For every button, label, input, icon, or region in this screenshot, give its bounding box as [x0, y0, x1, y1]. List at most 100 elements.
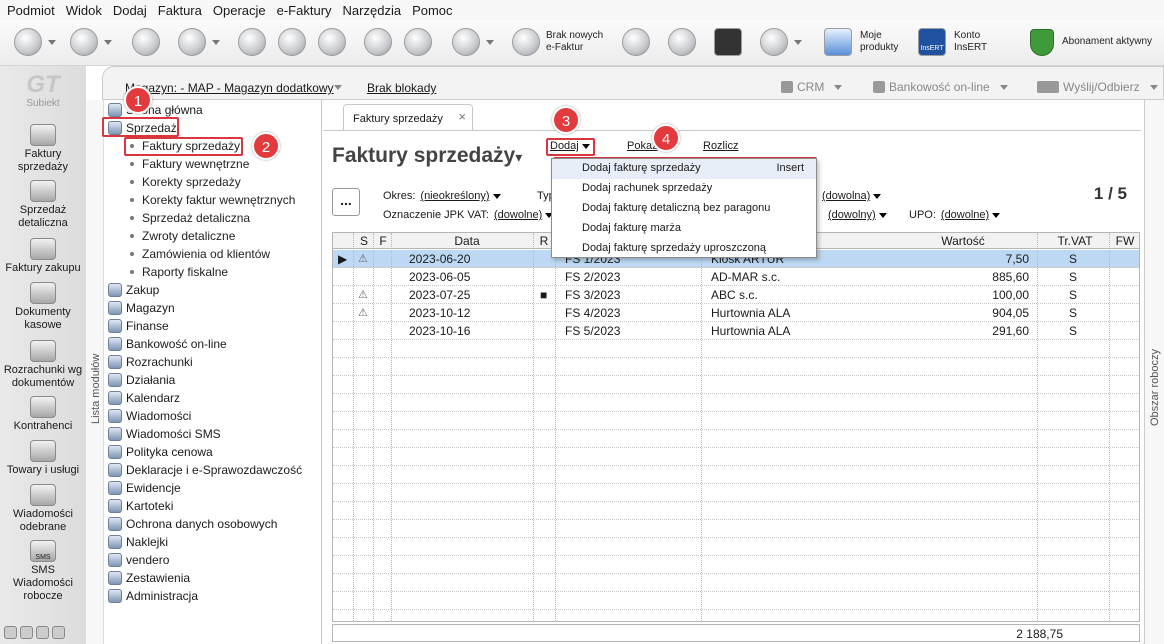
person-icon[interactable]	[36, 626, 49, 639]
submodule-raporty-fiskalne[interactable]: Raporty fiskalne	[130, 263, 228, 281]
print-icon[interactable]	[52, 626, 65, 639]
menu-faktura[interactable]: Faktura	[158, 3, 202, 18]
menu-e-faktury[interactable]: e-Faktury	[277, 3, 332, 18]
col-f[interactable]: F	[375, 234, 391, 248]
products-icon[interactable]	[824, 28, 852, 56]
module-magazyn[interactable]: Magazyn	[108, 299, 175, 317]
shortcut-wiadomosci-odebrane[interactable]: Wiadomości odebrane	[0, 484, 86, 534]
stack-icon[interactable]	[20, 626, 33, 639]
menu-narzedzia[interactable]: Narzędzia	[343, 3, 402, 18]
chevron-down-icon[interactable]	[794, 40, 802, 45]
col-data[interactable]: Data	[393, 234, 541, 248]
module-kartoteki[interactable]: Kartoteki	[108, 497, 173, 515]
col-s[interactable]: S	[355, 234, 373, 248]
table-row[interactable]: 2023-10-16 FS 5/2023 Hurtownia ALA 291,60 S	[333, 322, 1139, 340]
filter-okres[interactable]: Okres: (nieokreślony)	[383, 190, 501, 202]
module-vendero[interactable]: vendero	[108, 551, 169, 569]
menu-dodaj[interactable]: Dodaj	[113, 3, 147, 18]
module-polityka-cenowa[interactable]: Polityka cenowa	[108, 443, 213, 461]
menu-podmiot[interactable]: Podmiot	[7, 3, 55, 18]
cloud-icon[interactable]	[760, 28, 788, 56]
shortcut-faktury-zakupu[interactable]: Faktury zakupu	[0, 238, 86, 275]
module-kalendarz[interactable]: Kalendarz	[108, 389, 180, 407]
globe-icon[interactable]	[668, 28, 696, 56]
module-ochrona-danych[interactable]: Ochrona danych osobowych	[108, 515, 277, 533]
dd-dodaj-detaliczna[interactable]: Dodaj fakturę detaliczną bez paragonu	[552, 199, 816, 219]
eraser-icon[interactable]	[178, 28, 206, 56]
submodule-korekty-faktur-wewnetrznych[interactable]: Korekty faktur wewnętrznych	[130, 191, 295, 209]
bank-button[interactable]: Bankowość on-line	[873, 80, 1008, 94]
export-icon[interactable]	[404, 28, 432, 56]
magazyn-selector[interactable]: Magazyn: - MAP - Magazyn dodatkowy	[125, 81, 334, 95]
efaktur-label[interactable]: Brak nowych e-Faktur	[546, 30, 603, 54]
shortcut-kontrahenci[interactable]: Kontrahenci	[0, 396, 86, 433]
help-icon[interactable]	[452, 28, 480, 56]
submodule-zwroty-detaliczne[interactable]: Zwroty detaliczne	[130, 227, 235, 245]
more-filters-button[interactable]: ...	[332, 188, 360, 216]
ksef-icon[interactable]	[512, 28, 540, 56]
filter-upo[interactable]: UPO: (dowolne)	[909, 209, 1001, 221]
module-zestawienia[interactable]: Zestawienia	[108, 569, 190, 587]
table-row[interactable]: 2023-06-05 FS 2/2023 AD-MAR s.c. 885,60 S	[333, 268, 1139, 286]
stack-icon[interactable]	[364, 28, 392, 56]
moje-produkty-label[interactable]: Moje produkty	[860, 30, 898, 54]
dd-dodaj-marza[interactable]: Dodaj fakturę marża	[552, 219, 816, 239]
crm-button[interactable]: CRM	[781, 80, 843, 94]
module-ewidencje[interactable]: Ewidencje	[108, 479, 181, 497]
dd-dodaj-uproszczona[interactable]: Dodaj fakturę sprzedaży uproszczoną	[552, 239, 816, 259]
dd-dodaj-rachunek[interactable]: Dodaj rachunek sprzedaży	[552, 179, 816, 199]
filter-typ-value[interactable]: (dowolna)	[817, 190, 882, 202]
konto-insert-label[interactable]: Konto InsERT	[954, 30, 987, 54]
col-trvat[interactable]: Tr.VAT	[1041, 234, 1109, 248]
module-wiadomosci-sms[interactable]: Wiadomości SMS	[108, 425, 221, 443]
shortcut-towary-i-uslugi[interactable]: Towary i usługi	[0, 440, 86, 477]
loading-icon[interactable]	[622, 28, 650, 56]
module-finanse[interactable]: Finanse	[108, 317, 169, 335]
menu-operacje[interactable]: Operacje	[213, 3, 266, 18]
module-dzialania[interactable]: Działania	[108, 371, 175, 389]
shortcut-rozrachunki[interactable]: Rozrachunki wg dokumentów	[0, 340, 86, 390]
chevron-down-icon[interactable]	[486, 40, 494, 45]
module-wiadomosci[interactable]: Wiadomości	[108, 407, 191, 425]
table-row[interactable]: ⚠ 2023-07-25 ■ FS 3/2023 ABC s.c. 100,00 S	[333, 286, 1139, 304]
shield-icon[interactable]	[1030, 29, 1054, 56]
submodule-zamowienia[interactable]: Zamówienia od klientów	[130, 245, 270, 263]
blokady-link[interactable]: Brak blokady	[367, 81, 436, 95]
dd-dodaj-fakture[interactable]: Dodaj fakturę sprzedaży Insert	[552, 159, 816, 179]
close-icon[interactable]: ×	[458, 109, 466, 124]
receive-icon[interactable]	[70, 28, 98, 56]
module-deklaracje[interactable]: Deklaracje i e-Sprawozdawczość	[108, 461, 302, 479]
shortcut-sms-robocze[interactable]: SMS SMS Wiadomości robocze	[0, 540, 86, 603]
chevron-down-icon[interactable]	[48, 40, 56, 45]
table-row[interactable]: ⚠ 2023-10-12 FS 4/2023 Hurtownia ALA 904,05 S	[333, 304, 1139, 322]
chevron-down-icon[interactable]	[212, 40, 220, 45]
page-title[interactable]: Faktury sprzedaży▾	[332, 144, 522, 168]
module-administracja[interactable]: Administracja	[108, 587, 198, 605]
filter-jpk[interactable]: Oznaczenie JPK VAT: (dowolne)	[383, 209, 554, 221]
submodule-korekty-sprzedazy[interactable]: Korekty sprzedaży	[130, 173, 241, 191]
print-icon[interactable]	[318, 28, 346, 56]
chevron-down-icon[interactable]	[334, 85, 342, 90]
abonament-label[interactable]: Abonament aktywny	[1062, 36, 1152, 48]
submodule-faktury-wewnetrzne[interactable]: Faktury wewnętrzne	[130, 155, 249, 173]
module-list-tab[interactable]: Lista modułów	[86, 100, 104, 644]
module-rozrachunki[interactable]: Rozrachunki	[108, 353, 193, 371]
col-fw[interactable]: FW	[1111, 234, 1139, 248]
stamp-icon[interactable]	[132, 28, 160, 56]
send-receive-button[interactable]: Wyślij/Odbierz	[1037, 80, 1158, 94]
box-icon[interactable]	[714, 28, 742, 56]
rozlicz-link[interactable]: Rozlicz	[703, 140, 738, 152]
edit-icon[interactable]	[238, 28, 266, 56]
shortcut-faktury-sprzedazy[interactable]: Faktury sprzedaży	[0, 124, 86, 174]
module-naklejki[interactable]: Naklejki	[108, 533, 168, 551]
send-icon[interactable]	[14, 28, 42, 56]
menu-widok[interactable]: Widok	[66, 3, 102, 18]
link-icon[interactable]	[278, 28, 306, 56]
insert-account-icon[interactable]: InsERT	[918, 28, 946, 56]
col-wartosc[interactable]: Wartość	[893, 234, 1033, 248]
window-icon[interactable]	[4, 626, 17, 639]
chevron-down-icon[interactable]	[104, 40, 112, 45]
submodule-sprzedaz-detaliczna[interactable]: Sprzedaż detaliczna	[130, 209, 250, 227]
module-bankowosc[interactable]: Bankowość on-line	[108, 335, 227, 353]
tab-faktury-sprzedazy[interactable]: Faktury sprzedaży ×	[343, 104, 473, 130]
